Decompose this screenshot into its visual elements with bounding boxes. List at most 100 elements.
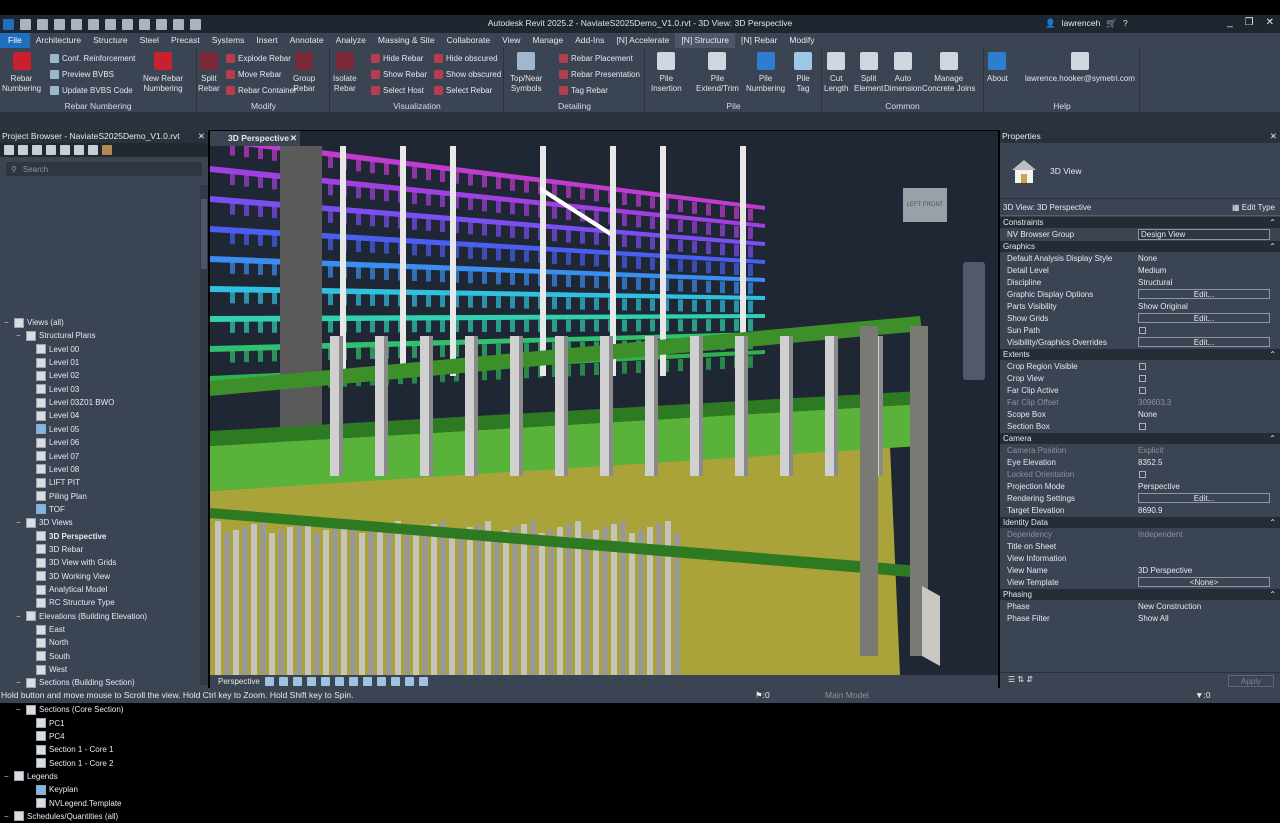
detail-level-icon[interactable] [264, 677, 274, 686]
viewcube-left-face[interactable]: LEFT [907, 202, 922, 208]
redo-icon[interactable] [105, 18, 116, 30]
browser-item-level-08[interactable]: Level 08 [36, 463, 79, 476]
split-rebar-button[interactable]: Split Rebar [198, 52, 220, 94]
pile-extend-trim-button[interactable]: Pile Extend/Trim [696, 52, 739, 94]
sort-icon[interactable]: ☰ ⇅ ⇵ [1008, 675, 1033, 684]
edit-button[interactable]: Edit... [1138, 289, 1270, 299]
text-icon[interactable] [156, 18, 167, 30]
group-camera[interactable]: Camera ⌃ [1000, 433, 1280, 444]
collapse-icon[interactable]: ⌃ [1269, 517, 1276, 528]
top-near-symbols-button[interactable]: Top/Near Symbols [510, 52, 542, 94]
browser-item-level-06[interactable]: Level 06 [36, 436, 79, 449]
edit-button[interactable]: <None> [1138, 577, 1270, 587]
property-value[interactable]: Show Original [1134, 302, 1280, 311]
schedules-icon[interactable] [46, 145, 56, 155]
browser-item-pc4[interactable]: PC4 [36, 730, 65, 743]
home-icon[interactable] [4, 145, 14, 155]
cart-icon[interactable]: 🛒 [1106, 18, 1117, 29]
browser-item-level-03[interactable]: Level 03 [36, 383, 79, 396]
undo-icon[interactable] [88, 18, 99, 30]
move-rebar-button[interactable]: Move Rebar [226, 70, 282, 79]
tab--n-structure[interactable]: [N] Structure [675, 33, 736, 48]
browser-item-section-1-core-2[interactable]: Section 1 - Core 2 [36, 757, 113, 770]
tab-systems[interactable]: Systems [206, 33, 251, 48]
close-button[interactable]: ✕ [1266, 17, 1274, 28]
group-identity-data[interactable]: Identity Data ⌃ [1000, 517, 1280, 528]
visual-style-icon[interactable] [278, 677, 288, 686]
switch-windows-icon[interactable] [190, 18, 201, 30]
browser-scrollbar[interactable] [200, 185, 208, 685]
browser-item-west[interactable]: West [36, 663, 67, 676]
pile-tag-button[interactable]: Pile Tag [794, 52, 812, 94]
browser-item-3d-views[interactable]: − 3D Views [16, 516, 73, 529]
collapse-icon[interactable]: − [4, 812, 11, 821]
tab-collaborate[interactable]: Collaborate [441, 33, 496, 48]
open-icon[interactable] [37, 18, 48, 30]
property-value[interactable]: Structural [1134, 278, 1280, 287]
close-icon[interactable]: ✕ [290, 131, 297, 146]
browser-item-south[interactable]: South [36, 650, 70, 663]
property-checkbox[interactable] [1139, 386, 1146, 394]
home-icon[interactable] [20, 18, 31, 30]
show-obscured-button[interactable]: Show obscured [434, 70, 501, 79]
close-icon[interactable]: ✕ [1270, 130, 1277, 143]
browser-item-nvlegend-template[interactable]: NVLegend.Template [36, 797, 122, 810]
property-value[interactable]: Medium [1134, 266, 1280, 275]
browser-item-elevations-building-elevation-[interactable]: − Elevations (Building Elevation) [16, 610, 147, 623]
property-value[interactable]: 8352.5 [1134, 458, 1280, 467]
tab-structure[interactable]: Structure [87, 33, 134, 48]
browser-item-rc-structure-type[interactable]: RC Structure Type [36, 596, 115, 609]
manage-concrete-joins-button[interactable]: Manage Concrete Joins [922, 52, 975, 94]
browser-item-level-03z01-bwo[interactable]: Level 03Z01 BWO [36, 396, 114, 409]
tab-add-ins[interactable]: Add-Ins [569, 33, 610, 48]
tab--n-rebar[interactable]: [N] Rebar [735, 33, 783, 48]
cut-length-button[interactable]: Cut Length [824, 52, 848, 94]
property-value[interactable]: Show All [1134, 614, 1280, 623]
crop-view-icon[interactable] [334, 677, 344, 686]
edit-button[interactable]: Edit... [1138, 337, 1270, 347]
collapse-icon[interactable]: − [16, 678, 23, 687]
new-rebar-numbering-button[interactable]: New Rebar Numbering [143, 52, 183, 94]
browser-item-level-07[interactable]: Level 07 [36, 450, 79, 463]
families-icon[interactable] [60, 145, 70, 155]
groups-icon[interactable] [74, 145, 84, 155]
property-checkbox[interactable] [1139, 362, 1146, 370]
edit-button[interactable]: Edit... [1138, 493, 1270, 503]
about-button[interactable]: About [987, 52, 1008, 84]
collapse-icon[interactable]: ⌃ [1269, 349, 1276, 360]
property-value[interactable]: None [1134, 410, 1280, 419]
tab-massing-site[interactable]: Massing & Site [372, 33, 441, 48]
tab-precast[interactable]: Precast [165, 33, 206, 48]
auto-dimension-button[interactable]: Auto Dimension [884, 52, 922, 94]
revit-logo-icon[interactable] [3, 18, 14, 30]
highlight-icon[interactable] [418, 677, 428, 686]
browser-item-east[interactable]: East [36, 623, 65, 636]
temp-hide-icon[interactable] [376, 677, 386, 686]
views-icon[interactable] [18, 145, 28, 155]
browser-item-3d-perspective[interactable]: 3D Perspective [36, 530, 106, 543]
browser-search-input[interactable]: ⚲ Search [6, 162, 202, 176]
collapse-icon[interactable]: ⌃ [1269, 217, 1276, 228]
browser-item-pc1[interactable]: PC1 [36, 717, 65, 730]
restore-button[interactable]: ❐ [1245, 17, 1254, 28]
property-value[interactable]: New Construction [1134, 602, 1280, 611]
lock-view-icon[interactable] [362, 677, 372, 686]
isolate-rebar-button[interactable]: Isolate Rebar [333, 52, 357, 94]
tab-insert[interactable]: Insert [250, 33, 283, 48]
property-checkbox[interactable] [1139, 326, 1146, 334]
pile-insertion-button[interactable]: Pile Insertion [651, 52, 682, 94]
tab-file[interactable]: File [0, 33, 30, 48]
property-value[interactable]: None [1134, 254, 1280, 263]
measure-icon[interactable] [139, 18, 150, 30]
minimize-button[interactable]: _ [1227, 17, 1233, 28]
property-value[interactable]: 309603.3 [1134, 398, 1280, 407]
edit-button[interactable]: Edit... [1138, 313, 1270, 323]
browser-item-section-1-core-1[interactable]: Section 1 - Core 1 [36, 743, 113, 756]
collapse-icon[interactable]: ⌃ [1269, 433, 1276, 444]
revit-links-icon[interactable] [102, 145, 112, 155]
sheets-icon[interactable] [32, 145, 42, 155]
tab-steel[interactable]: Steel [134, 33, 165, 48]
save-icon[interactable] [54, 18, 65, 30]
print-icon[interactable] [122, 18, 133, 30]
3d-view-icon[interactable] [173, 18, 184, 30]
